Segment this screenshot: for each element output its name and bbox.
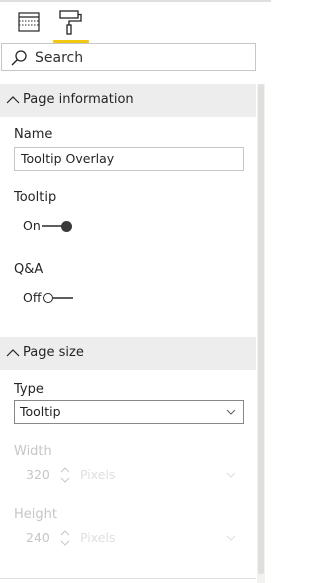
width-label: Width xyxy=(14,444,52,459)
width-field[interactable]: 320 Pixels xyxy=(14,464,244,486)
name-label: Name xyxy=(14,127,53,142)
height-field[interactable]: 240 Pixels xyxy=(14,527,244,549)
toggle-knob xyxy=(61,220,72,232)
toggle-knob xyxy=(43,293,53,303)
page-size-header[interactable]: Page size xyxy=(0,337,256,370)
chevron-down-icon xyxy=(226,472,236,478)
search-input[interactable]: Search xyxy=(1,43,256,71)
visualizations-pane: Search Page information Name Tooltip Ove… xyxy=(0,0,271,583)
search-placeholder: Search xyxy=(35,50,84,66)
page-type-dropdown[interactable]: Tooltip xyxy=(14,400,244,424)
qa-toggle[interactable]: Off xyxy=(20,288,80,308)
chevron-up-icon xyxy=(6,349,20,357)
height-value: 240 xyxy=(26,530,50,545)
height-unit: Pixels xyxy=(80,530,116,545)
page-name-value: Tooltip Overlay xyxy=(21,151,115,166)
height-label: Height xyxy=(14,507,57,522)
paint-roller-icon xyxy=(59,10,82,35)
section-title: Page size xyxy=(23,345,84,360)
page-type-value: Tooltip xyxy=(20,404,61,419)
qa-label: Q&A xyxy=(14,262,44,277)
type-label: Type xyxy=(14,382,44,397)
chevron-down-icon xyxy=(226,535,236,541)
page-name-field[interactable]: Tooltip Overlay xyxy=(14,147,244,171)
top-border xyxy=(0,0,271,2)
tooltip-toggle[interactable]: On xyxy=(20,216,80,236)
pane-tabs xyxy=(0,4,271,43)
search-icon xyxy=(11,50,27,66)
fields-tab[interactable] xyxy=(16,8,48,36)
spinner-arrows-icon[interactable] xyxy=(60,465,70,485)
toggle-track xyxy=(53,297,73,299)
section-divider xyxy=(0,578,256,579)
section-title: Page information xyxy=(23,92,134,107)
width-unit: Pixels xyxy=(80,467,116,482)
scrollbar-thumb[interactable] xyxy=(258,84,264,574)
chevron-up-icon xyxy=(6,96,20,104)
chevron-down-icon xyxy=(226,409,236,415)
spinner-arrows-icon[interactable] xyxy=(60,528,70,548)
qa-toggle-state: Off xyxy=(23,290,42,305)
width-value: 320 xyxy=(26,467,50,482)
tooltip-toggle-state: On xyxy=(23,218,41,233)
format-tab[interactable] xyxy=(54,8,86,36)
table-fields-icon xyxy=(18,12,40,32)
tooltip-label: Tooltip xyxy=(14,190,57,205)
page-information-header[interactable]: Page information xyxy=(0,84,256,117)
